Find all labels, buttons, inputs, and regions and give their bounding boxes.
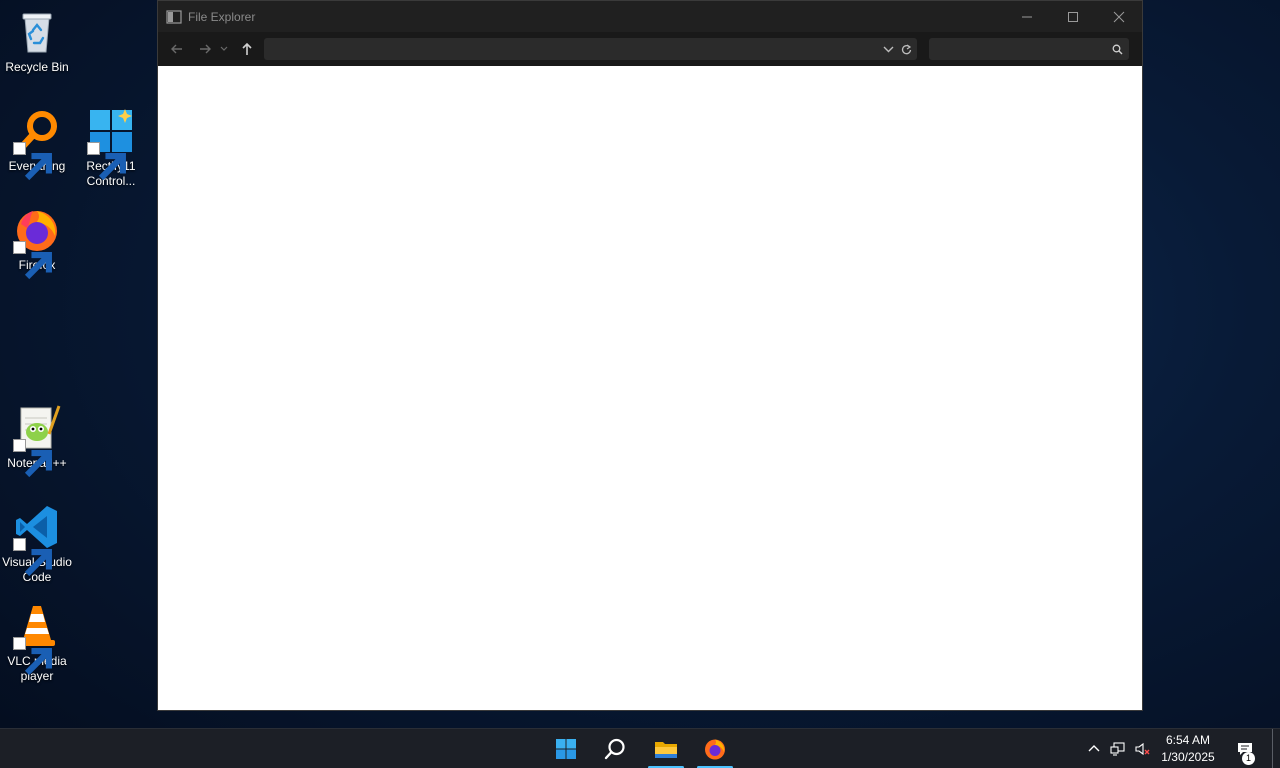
clock-time: 6:54 AM bbox=[1165, 733, 1211, 747]
forward-button[interactable] bbox=[194, 38, 216, 60]
tray-volume-button[interactable] bbox=[1131, 729, 1153, 768]
clock-date: 1/30/2025 bbox=[1161, 750, 1215, 764]
shortcut-arrow-icon bbox=[13, 538, 52, 577]
vlc-icon bbox=[13, 602, 61, 676]
minimize-icon bbox=[1022, 16, 1032, 17]
close-button[interactable] bbox=[1096, 1, 1142, 32]
rectify11-icon bbox=[87, 107, 135, 181]
back-button[interactable] bbox=[166, 38, 188, 60]
tray-network-button[interactable] bbox=[1107, 729, 1129, 768]
firefox-icon bbox=[705, 739, 725, 760]
notification-count-badge: 1 bbox=[1242, 752, 1255, 765]
up-button[interactable] bbox=[236, 38, 258, 60]
desktop-icon-recycle-bin[interactable]: Recycle Bin bbox=[0, 8, 74, 75]
tray-overflow-button[interactable] bbox=[1083, 729, 1105, 768]
desktop-icon-vscode[interactable]: Visual Studio Code bbox=[0, 503, 74, 585]
refresh-icon bbox=[901, 44, 911, 54]
desktop-icon-label: Recycle Bin bbox=[5, 60, 69, 74]
navigation-bar bbox=[158, 32, 1142, 66]
taskbar-file-explorer-button[interactable] bbox=[646, 729, 686, 768]
file-list-pane[interactable] bbox=[158, 66, 1142, 710]
show-desktop-button[interactable] bbox=[1272, 729, 1280, 768]
arrow-left-icon bbox=[171, 44, 182, 54]
refresh-button[interactable] bbox=[899, 42, 913, 56]
search-box[interactable] bbox=[929, 38, 1129, 60]
volume-muted-icon bbox=[1135, 742, 1150, 756]
search-icon bbox=[1112, 44, 1123, 54]
taskbar-search-button[interactable] bbox=[595, 729, 635, 768]
shortcut-arrow-icon bbox=[13, 142, 52, 181]
file-explorer-window: File Explorer bbox=[157, 0, 1143, 711]
maximize-button[interactable] bbox=[1050, 1, 1096, 32]
title-bar[interactable]: File Explorer bbox=[158, 1, 1142, 32]
address-dropdown-button[interactable] bbox=[881, 42, 895, 56]
taskbar-firefox-button[interactable] bbox=[695, 729, 735, 768]
window-title: File Explorer bbox=[188, 9, 256, 24]
address-bar[interactable] bbox=[264, 38, 917, 60]
chevron-up-icon bbox=[1088, 745, 1100, 752]
search-icon bbox=[604, 738, 625, 760]
shortcut-arrow-icon bbox=[13, 637, 52, 676]
taskbar: 6:54 AM 1/30/2025 1 bbox=[0, 728, 1280, 768]
recent-locations-button[interactable] bbox=[218, 38, 230, 60]
notepadplusplus-icon bbox=[13, 404, 61, 478]
desktop-icon-vlc[interactable]: VLC media player bbox=[0, 602, 74, 684]
folder-icon bbox=[655, 742, 677, 758]
taskbar-start-button[interactable] bbox=[546, 729, 586, 768]
arrow-right-icon bbox=[200, 44, 211, 54]
network-icon bbox=[1110, 742, 1125, 756]
notification-center-button[interactable]: 1 bbox=[1232, 729, 1258, 768]
chevron-down-icon bbox=[220, 46, 228, 51]
firefox-icon bbox=[13, 206, 61, 280]
chevron-down-icon bbox=[883, 46, 893, 52]
maximize-icon bbox=[1068, 11, 1078, 22]
vscode-icon bbox=[13, 503, 61, 577]
arrow-up-icon bbox=[242, 42, 252, 55]
close-icon bbox=[1113, 11, 1125, 22]
shortcut-arrow-icon bbox=[87, 142, 126, 181]
shortcut-arrow-icon bbox=[13, 241, 52, 280]
everything-search-icon bbox=[13, 107, 61, 181]
taskbar-clock[interactable]: 6:54 AM 1/30/2025 bbox=[1156, 732, 1220, 766]
desktop-icon-firefox[interactable]: Firefox bbox=[0, 206, 74, 280]
window-controls bbox=[1004, 1, 1142, 32]
recycle-bin-icon bbox=[13, 8, 61, 56]
windows-start-icon bbox=[556, 739, 576, 759]
desktop-icon-everything[interactable]: Everything bbox=[0, 107, 74, 181]
shortcut-arrow-icon bbox=[13, 439, 52, 478]
minimize-button[interactable] bbox=[1004, 1, 1050, 32]
desktop-icon-rectify11[interactable]: Rectify11 Control... bbox=[74, 107, 148, 189]
file-explorer-app-icon bbox=[166, 9, 182, 25]
desktop-icon-notepadplusplus[interactable]: Notepad++ bbox=[0, 404, 74, 478]
